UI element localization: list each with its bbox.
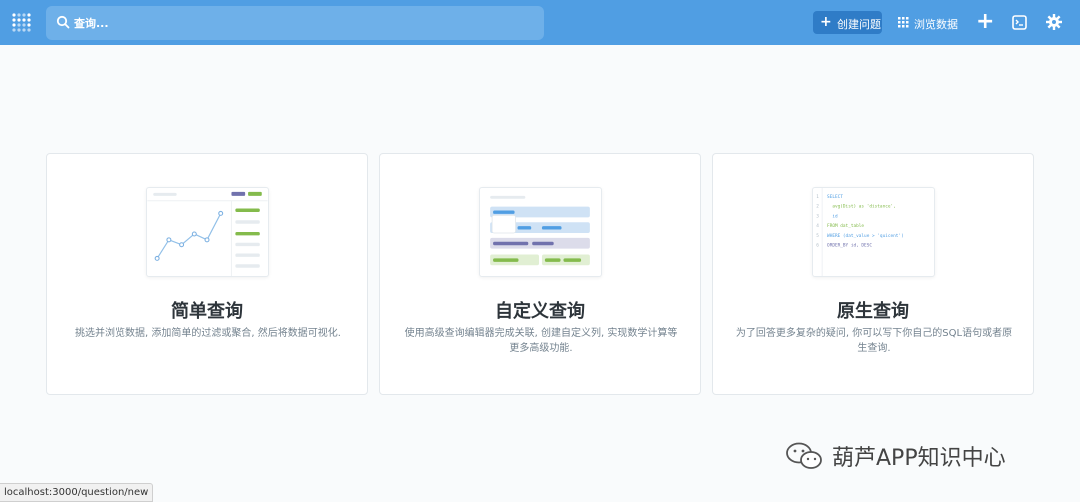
card-description: 使用高级查询编辑器完成关联, 创建自定义列, 实现数学计算等更多高级功能. (404, 328, 678, 354)
sql-line: id (827, 213, 838, 219)
sql-line: WHERE (dat_value > 'quicent') (827, 233, 904, 239)
sql-line-number: 5 (816, 233, 819, 239)
custom-question-card[interactable]: 自定义查询 使用高级查询编辑器完成关联, 创建自定义列, 实现数学计算等更多高级… (379, 153, 701, 395)
card-description: 挑选并浏览数据, 添加简单的过滤或聚合, 然后将数据可视化. (75, 328, 341, 339)
add-icon[interactable]: + (976, 11, 994, 33)
watermark-text: 葫芦APP知识中心 (832, 446, 1006, 471)
sql-line: ORDER_BY id, DESC (827, 243, 872, 249)
card-title: 自定义查询 (495, 301, 585, 322)
search-icon (56, 15, 70, 29)
sql-line-number: 6 (816, 243, 819, 249)
sql-editor-icon[interactable] (1012, 15, 1027, 30)
sql-line-number: 1 (816, 194, 819, 200)
sql-line-number: 4 (816, 223, 819, 229)
sql-line: avg(Dist) as 'distance', (827, 204, 896, 210)
browse-data-label: 浏览数据 (914, 18, 958, 31)
line-chart-illustration-icon (146, 187, 269, 277)
search-placeholder: 查询... (74, 17, 109, 30)
simple-question-card[interactable]: 简单查询 挑选并浏览数据, 添加简单的过滤或聚合, 然后将数据可视化. (46, 153, 368, 395)
new-question-button[interactable]: + 创建问题 (813, 11, 882, 34)
browse-data-button[interactable]: 浏览数据 (897, 11, 959, 34)
top-navigation-bar: 查询... + 创建问题 浏览数据 + (0, 0, 1080, 45)
query-builder-illustration-icon (479, 187, 602, 277)
gear-icon[interactable] (1045, 13, 1063, 31)
search-input[interactable]: 查询... (46, 6, 544, 40)
sql-line-number: 3 (816, 213, 819, 219)
link-status-url: localhost:3000/question/new (0, 483, 154, 502)
native-query-card[interactable]: 1 2 3 4 5 6 SELECT avg(Dist) as 'distanc… (712, 153, 1034, 395)
grid-icon (898, 17, 909, 28)
sql-line-number: 2 (816, 204, 819, 210)
sql-line: FROM dat_table (827, 223, 864, 229)
wechat-icon (786, 442, 822, 469)
metabase-logo-icon[interactable] (11, 12, 33, 32)
watermark: 葫芦APP知识中心 (784, 437, 1054, 473)
new-question-label: 创建问题 (837, 18, 881, 31)
plus-icon: + (820, 14, 832, 30)
card-description: 为了回答更多复杂的疑问, 你可以写下你自己的SQL语句或者原生查询. (735, 328, 1013, 354)
sql-editor-illustration-icon: 1 2 3 4 5 6 SELECT avg(Dist) as 'distanc… (812, 187, 935, 277)
card-title: 简单查询 (171, 301, 243, 322)
sql-line: SELECT (827, 194, 843, 200)
card-title: 原生查询 (837, 301, 909, 322)
